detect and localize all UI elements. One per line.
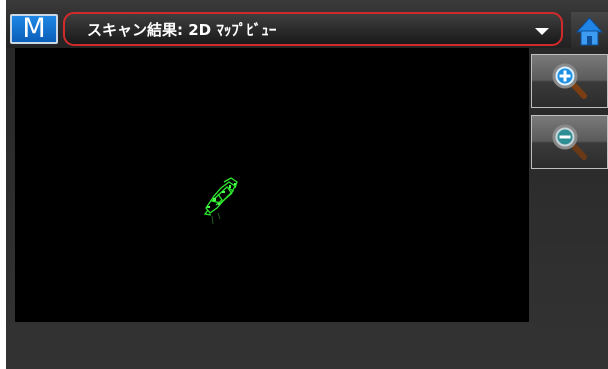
view-title: スキャン結果: 2D ﾏｯﾌﾟﾋﾞｭｰ bbox=[87, 21, 277, 39]
zoom-out-icon bbox=[552, 124, 587, 160]
home-button[interactable] bbox=[571, 12, 608, 48]
zoom-out-button[interactable] bbox=[531, 115, 608, 169]
menu-button[interactable]: M bbox=[10, 14, 58, 44]
point-cloud-scan bbox=[203, 177, 238, 225]
caret-down-icon bbox=[535, 28, 549, 35]
home-icon bbox=[575, 17, 604, 46]
app-screen: M スキャン結果: 2D ﾏｯﾌﾟﾋﾞｭｰ bbox=[6, 0, 608, 369]
zoom-in-icon bbox=[552, 63, 587, 99]
top-bar: M スキャン結果: 2D ﾏｯﾌﾟﾋﾞｭｰ bbox=[6, 0, 608, 48]
map-2d-view[interactable] bbox=[15, 48, 529, 322]
view-selector-dropdown[interactable]: スキャン結果: 2D ﾏｯﾌﾟﾋﾞｭｰ bbox=[63, 12, 563, 46]
zoom-in-button[interactable] bbox=[531, 54, 608, 108]
